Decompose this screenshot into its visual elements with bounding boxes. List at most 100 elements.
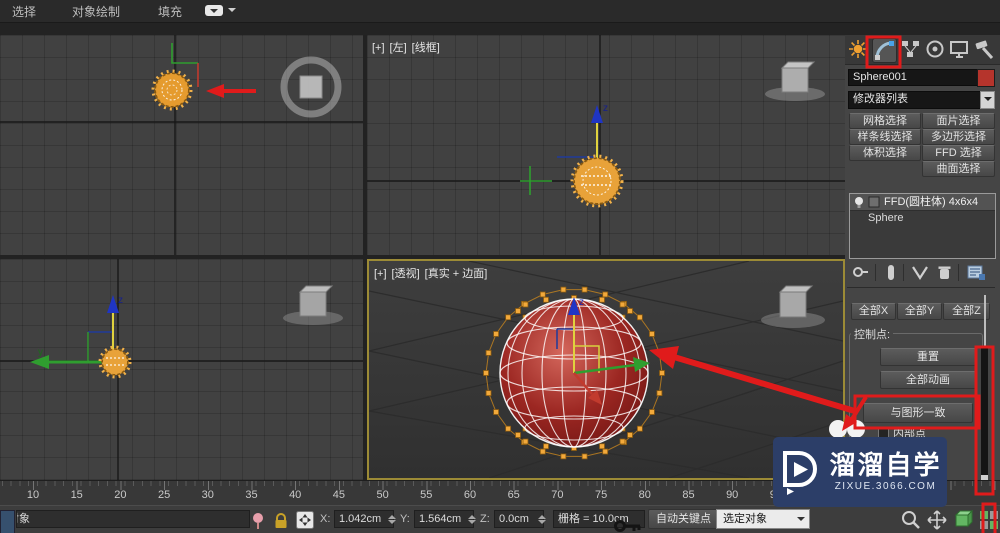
viewport-top[interactable] [0,35,363,255]
timeline-tick-label[interactable]: 65 [502,489,526,501]
timeline-tick-label[interactable]: 70 [545,489,569,501]
pin-stack-icon[interactable] [852,264,870,281]
auto-key-button[interactable]: 自动关键点 [648,509,719,529]
x-spinner[interactable] [387,510,397,528]
patch-select-button[interactable]: 面片选择 [922,113,995,129]
modifier-list-dropdown[interactable]: 修改器列表 [848,91,986,109]
viewport-top-canvas [0,35,363,255]
viewport-front[interactable]: z y [0,259,363,480]
chevron-down-icon[interactable] [228,8,236,16]
maximize-viewport-icon[interactable] [978,509,1000,531]
gizmo-y-axis [520,166,552,195]
view-rotation-ring[interactable] [280,56,342,118]
vol-select-button[interactable]: 体积选择 [849,145,921,161]
ribbon-bar: 选择 对象绘制 填充 [0,0,1000,23]
object-name-field[interactable]: Sphere001 [848,69,980,86]
timeline-tick-label[interactable]: 60 [458,489,482,501]
viewport-menu-button[interactable]: [+] [372,42,385,54]
set-key-icon[interactable] [614,518,644,533]
expand-icon[interactable] [868,196,880,208]
timeline-tick-label[interactable]: 80 [633,489,657,501]
tab-utilities[interactable] [973,38,996,61]
isolate-pin-icon[interactable] [251,512,265,530]
poly-select-button[interactable]: 多边形选择 [922,129,995,145]
show-end-result-icon[interactable] [885,264,897,281]
ribbon-tab-populate[interactable]: 填充 [158,3,182,20]
remove-modifier-icon[interactable] [937,264,952,281]
tab-display[interactable] [948,38,971,61]
timeline-tick-label[interactable]: 35 [240,489,264,501]
axis-z-label: z [603,103,608,114]
viewport-shading-button[interactable]: [线框] [412,42,440,54]
make-unique-icon[interactable] [911,264,929,281]
viewport-shading-button[interactable]: [真实 + 边面] [425,268,488,280]
spline-select-button[interactable]: 样条线选择 [849,129,921,145]
conform-button[interactable]: 与图形一致 [863,403,973,423]
all-x-button[interactable]: 全部X [851,303,896,320]
ribbon-minimize-icon[interactable] [205,5,223,16]
absolute-relative-toggle-icon[interactable] [296,511,314,529]
all-y-button[interactable]: 全部Y [897,303,942,320]
watermark-title: 溜溜自学 [829,450,942,480]
y-spinner[interactable] [467,510,477,528]
object-color-swatch[interactable] [977,69,995,87]
selection-lock-icon[interactable] [273,512,289,529]
watermark-play-logo-icon [783,451,818,495]
timeline-tick-label[interactable]: 10 [21,489,45,501]
modifier-stack-base-row[interactable]: Sphere [850,211,995,226]
timeline-tick-label[interactable]: 30 [196,489,220,501]
zoom-icon[interactable] [900,509,922,531]
visibility-bulb-icon[interactable] [853,196,865,208]
modifier-stack-base-label: Sphere [868,212,904,224]
timeline-tick-label[interactable]: 75 [589,489,613,501]
ribbon-tab-object-paint[interactable]: 对象绘制 [72,3,120,20]
ribbon-tab-select[interactable]: 选择 [12,3,36,20]
timeline-tick-label[interactable]: 50 [371,489,395,501]
ffd-select-button[interactable]: FFD 选择 [922,145,995,161]
viewport-menu-button[interactable]: [+] [374,268,387,280]
timeline-tick-label[interactable]: 25 [152,489,176,501]
viewport-view-button[interactable]: [左] [390,42,407,54]
tab-create[interactable] [847,38,870,61]
command-panel: Sphere001 修改器列表 网格选择 面片选择 样条线选择 多边形选择 体积… [845,35,1000,505]
mesh-select-button[interactable]: 网格选择 [849,113,921,129]
viewport-left-canvas: z [367,35,845,255]
pan-icon[interactable] [926,509,948,531]
orbit-icon[interactable] [952,509,974,531]
timeline-tick-label[interactable]: 20 [108,489,132,501]
tab-motion[interactable] [924,38,947,61]
viewcube[interactable] [765,61,825,101]
timeline-tick-label[interactable]: 90 [720,489,744,501]
tab-modify[interactable] [872,38,897,63]
timeline-tick-label[interactable]: 15 [65,489,89,501]
modifier-list-arrow-icon[interactable] [980,91,995,109]
selection-filter-dropdown[interactable]: 选定对象 [716,509,810,529]
timeline-tick-label[interactable]: 85 [677,489,701,501]
z-spinner[interactable] [537,510,547,528]
viewport-left[interactable]: [+] [左] [线框] z [367,35,845,255]
gizmo-y-axis [171,43,198,64]
timeline-tick-label[interactable]: 55 [414,489,438,501]
ffd-sphere-front-view[interactable] [98,345,132,379]
reset-button[interactable]: 重置 [880,348,976,366]
timeline-tick-label[interactable]: 45 [327,489,351,501]
ffd-sphere-top-view[interactable] [151,69,193,111]
all-z-button[interactable]: 全部Z [943,303,990,320]
control-points-group-label: 控制点: [851,326,894,342]
viewcube[interactable] [283,285,343,325]
x-coord-field[interactable]: 1.042cm [334,510,394,528]
viewport-view-button[interactable]: [透视] [392,268,420,280]
mini-script-listener[interactable] [0,510,15,533]
tab-hierarchy[interactable] [899,38,922,61]
timeline-tick-label[interactable]: 40 [283,489,307,501]
status-bar: 对象 X: 1.042cm Y: 1.564cm Z: 0.0cm 栅格 = 1… [0,505,1000,533]
panel-scrollbar[interactable] [981,347,988,490]
surface-select-button[interactable]: 曲面选择 [922,161,995,177]
animate-all-button[interactable]: 全部动画 [880,371,976,389]
configure-modifier-sets-icon[interactable] [967,264,986,281]
watermark-url: zixue.3066.com [834,481,937,492]
ffd-sphere-left-view[interactable] [570,154,624,208]
y-coord-field[interactable]: 1.564cm [414,510,474,528]
command-panel-tabs [845,35,1000,65]
modifier-stack-ffd-row[interactable]: FFD(圆柱体) 4x6x4 [850,194,995,211]
